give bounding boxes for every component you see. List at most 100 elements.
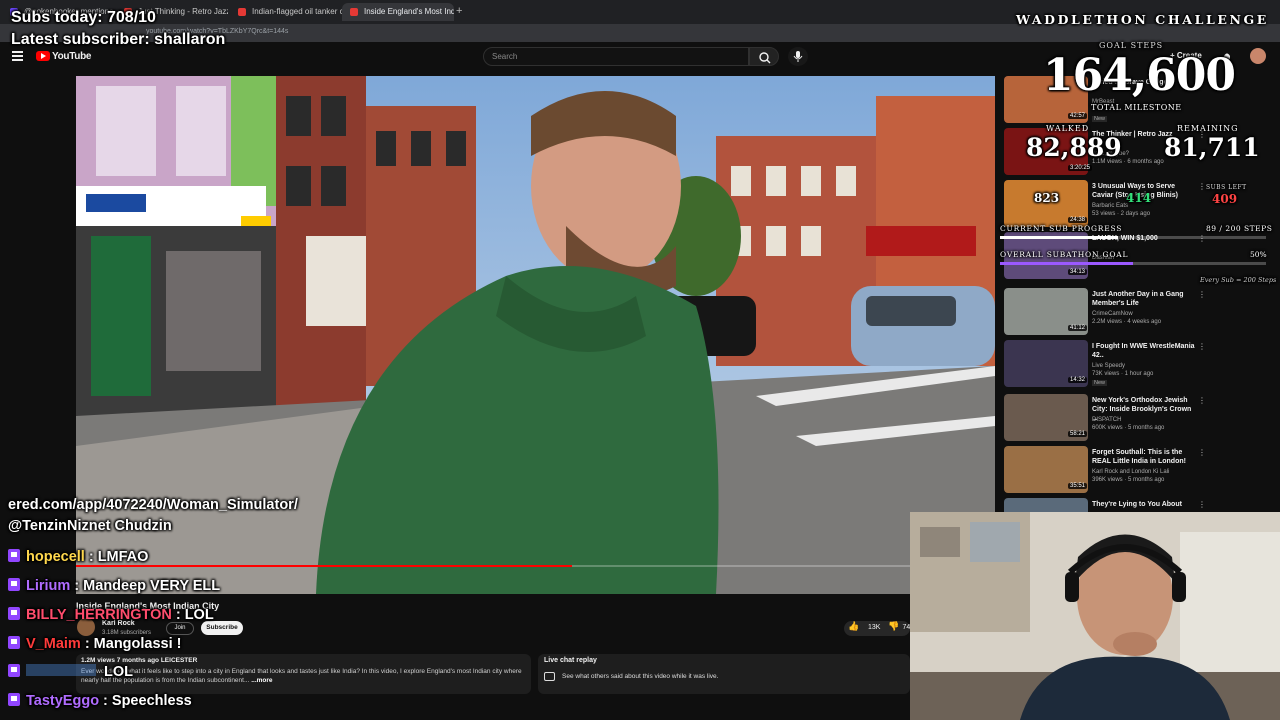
thumbs-up-icon[interactable]: 👍 (848, 621, 859, 632)
rec-channel[interactable]: Live Speedy (1092, 362, 1125, 370)
microphone-icon (793, 51, 803, 62)
rec-channel[interactable]: CrimeCamNow (1092, 310, 1133, 318)
rec-more-options-icon[interactable]: ⋮ (1198, 182, 1206, 191)
remaining-value: 81,711 (1164, 133, 1260, 162)
browser-tab-3[interactable]: Indian-flagged oil tanker come... (230, 3, 342, 21)
browser-tab-active[interactable]: Inside England's Most Indi... (342, 3, 454, 21)
waddlethon-title: WADDLETHON CHALLENGE (1016, 12, 1269, 27)
chat-message: LOL (8, 664, 133, 680)
chat-mention-line: @TenzinNiznet Chudzin (8, 518, 172, 534)
chat-username: TastyEggo (26, 693, 100, 709)
twitch-icon (8, 693, 20, 706)
stat-left-value: 823 (1034, 191, 1060, 205)
rec-duration: 14:32 (1068, 377, 1088, 383)
walked-value: 82,889 (1026, 133, 1122, 162)
search-button[interactable] (749, 47, 779, 66)
rec-title[interactable]: They're Lying to You About (1092, 500, 1196, 509)
live-chat-replay-title: Live chat replay (544, 657, 597, 664)
chat-message-text: Mangolassi ! (93, 636, 182, 652)
chat-message: hopecell: LMFAO (8, 549, 148, 565)
rec-more-options-icon[interactable]: ⋮ (1198, 396, 1206, 405)
total-milestone-label: TOTAL MILESTONE (1091, 103, 1182, 112)
overall-goal-percent: 50% (1250, 250, 1267, 259)
menu-icon[interactable] (12, 51, 23, 61)
video-progress-fill (76, 565, 573, 567)
chat-message: Lirium: Mandeep VERY ELL (8, 578, 220, 594)
chat-message-text: Mandeep VERY ELL (83, 578, 221, 594)
rec-channel[interactable]: DISPATCH (1092, 416, 1121, 424)
webcam-feed (910, 512, 1280, 720)
goal-steps-label: GOAL STEPS (1099, 41, 1164, 50)
rec-new-badge: New (1092, 116, 1108, 122)
step-progress-fill (1000, 236, 1119, 239)
every-sub-note: Every Sub = 200 Steps (1200, 276, 1277, 284)
rec-more-options-icon[interactable]: ⋮ (1198, 290, 1206, 299)
rec-duration: 24:38 (1068, 217, 1088, 223)
chat-message-text: LOL (184, 607, 214, 623)
rec-more-options-icon[interactable]: ⋮ (1198, 342, 1206, 351)
walked-label: WALKED (1046, 124, 1090, 133)
total-milestone-value: 164,600 (1043, 50, 1236, 101)
chat-message-text: LOL (104, 664, 133, 680)
rec-channel[interactable]: Barbaric Eats (1092, 202, 1128, 210)
rec-new-badge: New (1092, 380, 1108, 386)
streamer-webcam-image (910, 512, 1280, 720)
rec-duration: 58:21 (1068, 431, 1088, 437)
steps-progress-value: 89 / 200 STEPS (1206, 224, 1273, 233)
subs-left-label: SUBS LEFT (1206, 184, 1247, 191)
chat-username (26, 664, 96, 676)
chat-message-text: Speechless (111, 693, 192, 709)
chat-message: TastyEggo: Speechless (8, 693, 192, 709)
rec-more-options-icon[interactable]: ⋮ (1198, 500, 1206, 509)
chat-separator: : (84, 636, 94, 652)
chat-message: BILLY_HERRINGTON: LOL (8, 607, 214, 623)
chat-separator: : (175, 607, 185, 623)
rec-duration: 35:51 (1068, 483, 1088, 489)
new-tab-button[interactable]: + (456, 5, 462, 17)
remaining-label: REMAINING (1177, 124, 1239, 133)
youtube-logo-text[interactable]: YouTube (52, 51, 92, 62)
chat-username: Lirium (26, 578, 71, 594)
youtube-favicon-icon (350, 8, 358, 16)
youtube-logo-icon[interactable] (36, 51, 50, 61)
rec-meta: 2.2M views · 4 weeks ago (1092, 319, 1162, 325)
chat-link-line: ered.com/app/4072240/Woman_Simulator/ (8, 497, 298, 513)
search-icon (759, 52, 771, 64)
rec-more-options-icon[interactable]: ⋮ (1198, 448, 1206, 457)
description-more-link[interactable]: ...more (251, 677, 272, 684)
rec-title[interactable]: Forget Southall: This is the REAL Little… (1092, 448, 1196, 466)
chat-separator: : (74, 578, 84, 594)
chat-username: V_Maim (26, 636, 81, 652)
tab-label: Indian-flagged oil tanker come... (252, 7, 342, 16)
video-player[interactable] (76, 76, 995, 594)
like-count: 13K (868, 624, 881, 631)
join-button[interactable]: Join (166, 622, 194, 635)
rec-duration: 3:20:25 (1068, 165, 1093, 171)
rec-duration: 41:12 (1068, 325, 1088, 331)
subs-today-counter: Subs today: 708/10 (11, 9, 156, 26)
subscribe-button[interactable]: Subscribe (201, 621, 243, 635)
rec-title[interactable]: Just Another Day in a Gang Member's Life (1092, 290, 1196, 308)
twitch-icon (8, 549, 20, 562)
rec-channel[interactable]: Karl Rock and London Ki Lali (1092, 468, 1169, 476)
rec-meta: 600K views · 5 months ago (1092, 425, 1165, 431)
voice-search-button[interactable] (788, 47, 808, 66)
chat-username: hopecell (26, 549, 85, 565)
chat-username: BILLY_HERRINGTON (26, 607, 172, 623)
search-input[interactable]: Search (483, 47, 749, 66)
chat-separator: : (103, 693, 112, 709)
stat-mid-value: 414 (1126, 191, 1152, 205)
rec-title[interactable]: I Fought In WWE WrestleMania 42.. (1092, 342, 1196, 360)
chat-message: V_Maim: Mangolassi ! (8, 636, 182, 652)
chat-bubble-icon (544, 672, 555, 681)
rec-meta: 53 views · 2 days ago (1092, 211, 1151, 217)
twitch-icon (8, 664, 20, 677)
account-avatar[interactable] (1250, 48, 1266, 64)
current-sub-progress-label: CURRENT SUB PROGRESS (1000, 224, 1123, 233)
youtube-favicon-icon (238, 8, 246, 16)
rec-meta: 396K views · 5 months ago (1092, 477, 1165, 483)
thumbs-down-icon[interactable]: 👎 (888, 621, 899, 632)
twitch-icon (8, 607, 20, 620)
subs-left-value: 409 (1212, 192, 1238, 206)
description-text: Ever wondered what it feels like to step… (81, 667, 527, 685)
